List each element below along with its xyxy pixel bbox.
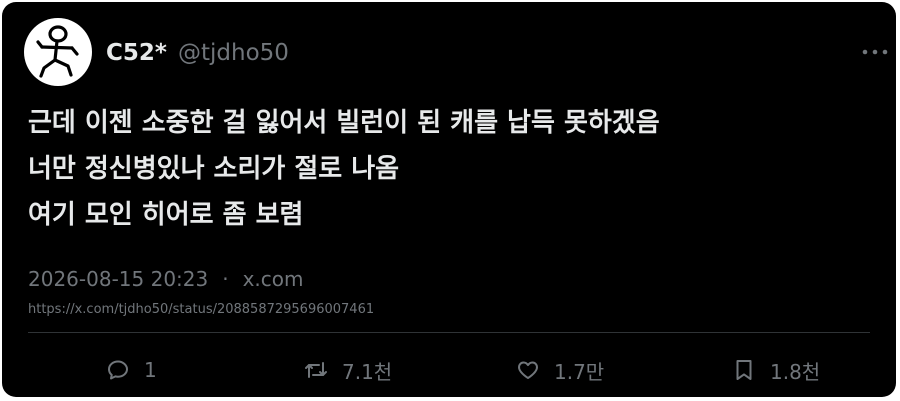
tweet-text: 근데 이젠 소중한 걸 잃어서 빌런이 된 캐를 납득 못하겠음 너만 정신병있…: [28, 100, 878, 238]
like-count: 1.7만: [554, 359, 605, 384]
tweet-text-line: 너만 정신병있나 소리가 절로 나옴: [28, 154, 400, 184]
reply-button[interactable]: 1: [106, 352, 157, 388]
tweet-card: C52* @tjdho50 근데 이젠 소중한 걸 잃어서 빌런이 된 캐를 납…: [2, 2, 896, 397]
more-horizontal-icon[interactable]: [860, 42, 890, 62]
retweet-count: 7.1천: [342, 359, 393, 384]
user-handle[interactable]: @tjdho50: [178, 38, 289, 68]
bookmark-button[interactable]: 1.8천: [732, 352, 820, 388]
page-frame: C52* @tjdho50 근데 이젠 소중한 걸 잃어서 빌런이 된 캐를 납…: [0, 0, 900, 401]
tweet-text-line: 여기 모인 히어로 좀 보렴: [28, 200, 304, 230]
reply-count: 1: [144, 358, 157, 382]
bookmark-count: 1.8천: [770, 359, 821, 384]
tweet-text-line: 근데 이젠 소중한 걸 잃어서 빌런이 된 캐를 납득 못하겠음: [28, 108, 660, 138]
retweet-icon: [305, 362, 327, 378]
avatar[interactable]: [24, 18, 92, 86]
stick-figure-avatar-icon: [36, 25, 79, 78]
action-bar: 1 7.1천 1.7만 1.8천: [2, 352, 896, 388]
tweet-meta: 2026-08-15 20:23 · x.com: [28, 264, 304, 294]
reply-icon: [108, 360, 128, 380]
display-name[interactable]: C52*: [106, 38, 167, 68]
divider: [28, 332, 870, 333]
heart-icon: [518, 361, 538, 379]
tweet-url[interactable]: https://x.com/tjdho50/status/20885872956…: [28, 300, 374, 320]
retweet-button[interactable]: 7.1천: [304, 352, 392, 388]
timestamp[interactable]: 2026-08-15 20:23: [28, 267, 208, 291]
like-button[interactable]: 1.7만: [516, 352, 604, 388]
meta-separator: ·: [222, 267, 229, 291]
source-label: x.com: [242, 267, 304, 291]
bookmark-icon: [736, 360, 752, 380]
